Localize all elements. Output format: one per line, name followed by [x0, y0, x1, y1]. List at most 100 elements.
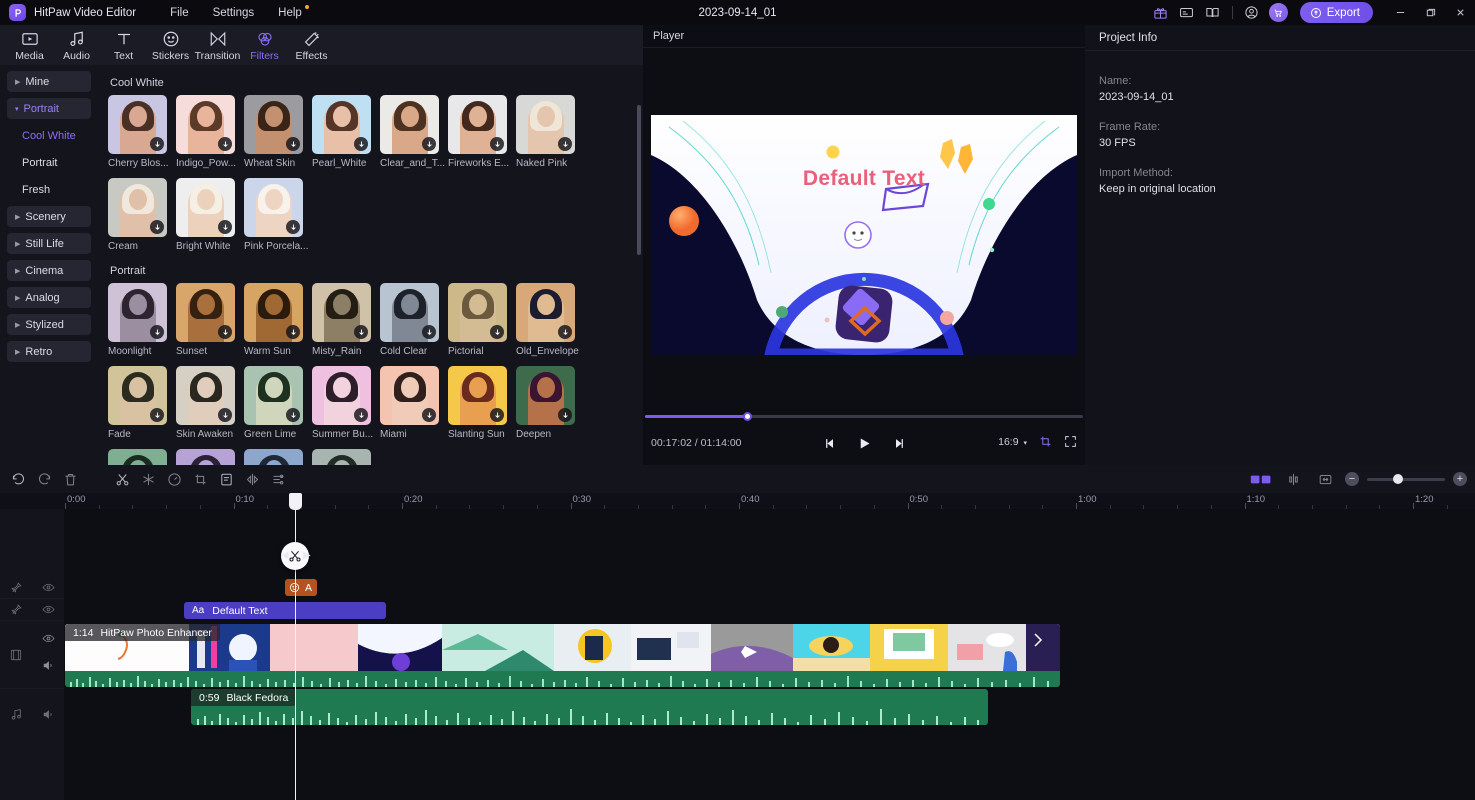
category-retro[interactable]: ▶ Retro	[7, 341, 91, 362]
mirror-icon[interactable]	[240, 467, 264, 491]
player-scrubber-handle[interactable]	[743, 412, 752, 421]
filter-item[interactable]: Pearl_White	[312, 95, 380, 169]
fullscreen-icon[interactable]	[1064, 435, 1077, 448]
download-icon[interactable]	[150, 220, 164, 234]
download-icon[interactable]	[218, 220, 232, 234]
video-clip[interactable]: 1:14 HitPaw Photo Enhancer	[65, 624, 1060, 687]
crop-icon[interactable]	[1039, 435, 1052, 448]
delete-icon[interactable]	[58, 467, 82, 491]
subcategory-fresh[interactable]: Fresh	[0, 179, 98, 201]
download-icon[interactable]	[490, 137, 504, 151]
filter-item[interactable]: Fade	[108, 366, 176, 440]
gift-icon[interactable]	[1148, 0, 1174, 25]
minimize-button[interactable]	[1385, 0, 1415, 25]
eye-icon[interactable]	[42, 581, 55, 594]
filter-item[interactable]: Pink Porcela...	[244, 178, 312, 252]
filter-item[interactable]: Miami	[380, 366, 448, 440]
download-icon[interactable]	[422, 137, 436, 151]
pin-icon[interactable]	[10, 603, 23, 616]
filter-item[interactable]: Misty_Rain	[312, 283, 380, 357]
align-icon[interactable]	[1281, 467, 1305, 491]
subcategory-portrait[interactable]: Portrait	[0, 152, 98, 174]
next-frame-button[interactable]	[887, 433, 909, 453]
filter-item[interactable]: Green Lime	[244, 366, 312, 440]
download-icon[interactable]	[354, 408, 368, 422]
tool-transition[interactable]: Transition	[194, 28, 241, 62]
filter-item[interactable]: Skin Awaken	[176, 366, 244, 440]
download-icon[interactable]	[490, 325, 504, 339]
filter-item[interactable]: Old_Envelope	[516, 283, 584, 357]
zoom-in-button[interactable]: +	[1453, 472, 1467, 486]
account-icon[interactable]	[1239, 0, 1265, 25]
undo-icon[interactable]	[6, 467, 30, 491]
video-preview[interactable]: Default Text	[651, 115, 1077, 355]
download-icon[interactable]	[422, 325, 436, 339]
menu-file[interactable]: File	[158, 4, 201, 22]
export-button[interactable]: Export	[1299, 2, 1373, 23]
filter-item[interactable]: Cold Clear	[380, 283, 448, 357]
filter-item[interactable]	[176, 449, 244, 465]
filter-scrollbar[interactable]	[637, 105, 641, 255]
close-button[interactable]	[1445, 0, 1475, 25]
zoom-out-button[interactable]: −	[1345, 472, 1359, 486]
mute-icon[interactable]	[42, 659, 55, 677]
download-icon[interactable]	[150, 137, 164, 151]
download-icon[interactable]	[218, 408, 232, 422]
audio-clip[interactable]: 0:59 Black Fedora	[191, 689, 988, 725]
marker-icon[interactable]	[1249, 467, 1273, 491]
filter-item[interactable]: Deepen	[516, 366, 584, 440]
category-scenery[interactable]: ▶ Scenery	[7, 206, 91, 227]
aspect-ratio-selector[interactable]: 16:9 ▾	[998, 436, 1027, 448]
subcategory-cool-white[interactable]: Cool White	[0, 125, 98, 147]
card-icon[interactable]	[1174, 0, 1200, 25]
previous-frame-button[interactable]	[819, 433, 841, 453]
pin-icon[interactable]	[10, 581, 23, 594]
redo-icon[interactable]	[32, 467, 56, 491]
player-scrubber[interactable]	[645, 412, 1083, 421]
crop-icon[interactable]	[188, 467, 212, 491]
filter-item[interactable]	[312, 449, 380, 465]
adjust-icon[interactable]	[266, 467, 290, 491]
menu-help[interactable]: Help	[266, 4, 314, 22]
book-icon[interactable]	[1200, 0, 1226, 25]
download-icon[interactable]	[354, 325, 368, 339]
freeze-icon[interactable]	[136, 467, 160, 491]
zoom-slider[interactable]	[1367, 474, 1445, 484]
tool-stickers[interactable]: Stickers	[147, 28, 194, 62]
filter-item[interactable]: Sunset	[176, 283, 244, 357]
filter-item[interactable]: Naked Pink	[516, 95, 584, 169]
fit-icon[interactable]	[1313, 467, 1337, 491]
tool-media[interactable]: Media	[6, 28, 53, 62]
filter-item[interactable]: Indigo_Pow...	[176, 95, 244, 169]
filter-item[interactable]: Slanting Sun	[448, 366, 516, 440]
download-icon[interactable]	[286, 408, 300, 422]
category-still-life[interactable]: ▶ Still Life	[7, 233, 91, 254]
download-icon[interactable]	[150, 325, 164, 339]
tool-effects[interactable]: Effects	[288, 28, 335, 62]
category-stylized[interactable]: ▶ Stylized	[7, 314, 91, 335]
download-icon[interactable]	[558, 408, 572, 422]
category-portrait[interactable]: ▾ Portrait	[7, 98, 91, 119]
menu-settings[interactable]: Settings	[201, 4, 267, 22]
download-icon[interactable]	[150, 408, 164, 422]
subtitle-icon[interactable]	[214, 467, 238, 491]
download-icon[interactable]	[218, 137, 232, 151]
filter-item[interactable]	[244, 449, 312, 465]
maximize-button[interactable]	[1415, 0, 1445, 25]
split-icon[interactable]	[110, 467, 134, 491]
speed-icon[interactable]	[162, 467, 186, 491]
filter-item[interactable]: Summer Bu...	[312, 366, 380, 440]
eye-icon[interactable]	[42, 603, 55, 616]
filter-item[interactable]: Wheat Skin	[244, 95, 312, 169]
category-mine[interactable]: ▶ Mine	[7, 71, 91, 92]
download-icon[interactable]	[422, 408, 436, 422]
mute-icon[interactable]	[42, 708, 55, 721]
tool-audio[interactable]: Audio	[53, 28, 100, 62]
download-icon[interactable]	[558, 137, 572, 151]
download-icon[interactable]	[490, 408, 504, 422]
eye-icon[interactable]	[42, 632, 55, 650]
download-icon[interactable]	[286, 325, 300, 339]
sticker-clip[interactable]: A	[285, 579, 317, 596]
download-icon[interactable]	[286, 220, 300, 234]
filter-item[interactable]: Fireworks E...	[448, 95, 516, 169]
